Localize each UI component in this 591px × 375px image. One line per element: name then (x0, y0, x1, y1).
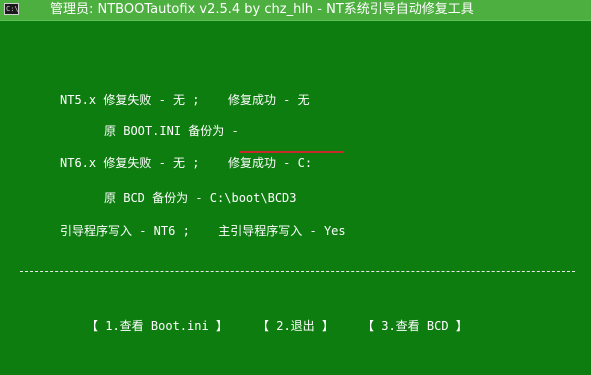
highlight-underline (240, 151, 344, 153)
console-icon[interactable]: C:\ (4, 3, 19, 15)
boot-writer-line: 引导程序写入 - NT6 ; 主引导程序写入 - Yes (60, 223, 346, 239)
nt6-status-line: NT6.x 修复失败 - 无 ; 修复成功 - C: (60, 155, 312, 171)
title-bar[interactable]: C:\ 管理员: NTBOOTautofix v2.5.4 by chz_hlh… (0, 0, 591, 20)
boot-writer-status: 引导程序写入 - NT6 ; (60, 224, 190, 238)
nt5-status-line: NT5.x 修复失败 - 无 ; 修复成功 - 无 (60, 92, 310, 108)
nt6-success-status: 修复成功 - C: (227, 156, 313, 170)
console-divider (20, 271, 575, 272)
console-window: C:\ 管理员: NTBOOTautofix v2.5.4 by chz_hlh… (0, 0, 591, 375)
nt6-backup-line: 原 BCD 备份为 - C:\boot\BCD3 (104, 191, 297, 205)
window-title: 管理员: NTBOOTautofix v2.5.4 by chz_hlh - N… (50, 2, 474, 17)
nt5-backup-line: 原 BOOT.INI 备份为 - (104, 124, 239, 138)
nt5-prefix: NT5.x (60, 93, 97, 107)
view-boot-ini-button[interactable]: 【 1.查看 Boot.ini 】 (86, 318, 228, 334)
nt5-fail-status: 修复失败 - 无 ; (103, 93, 200, 107)
nt6-fail-status: 修复失败 - 无 ; (103, 156, 200, 170)
view-bcd-button[interactable]: 【 3.查看 BCD 】 (362, 318, 468, 334)
exit-button[interactable]: 【 2.退出 】 (257, 318, 334, 334)
mbr-writer-status: 主引导程序写入 - Yes (218, 224, 346, 238)
nt6-prefix: NT6.x (60, 156, 97, 170)
nt5-success-status: 修复成功 - 无 (227, 93, 310, 107)
